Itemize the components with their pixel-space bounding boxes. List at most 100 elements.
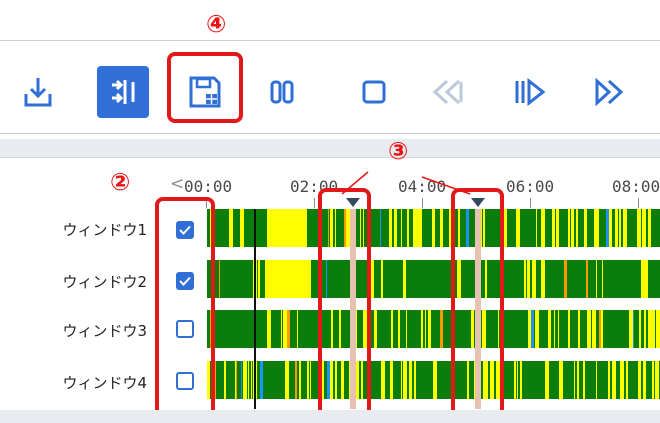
activity-segment (285, 361, 289, 399)
activity-segment (595, 209, 599, 247)
activity-segment (432, 209, 435, 247)
activity-segment (243, 361, 247, 399)
activity-segment (219, 260, 220, 298)
callout-2-label: ② (110, 168, 131, 196)
activity-segment (391, 310, 393, 348)
activity-segment (559, 361, 563, 399)
activity-strip-2 (207, 260, 660, 298)
stop-button[interactable] (348, 66, 400, 118)
activity-segment (554, 310, 555, 348)
fast-forward-button[interactable] (584, 66, 636, 118)
activity-segment (310, 361, 311, 399)
activity-segment (520, 361, 522, 399)
activity-segment (236, 361, 237, 399)
activity-segment (413, 209, 417, 247)
activity-segment (514, 361, 516, 399)
activity-segment (380, 209, 381, 247)
row-label-2: ウィンドウ2 (62, 273, 147, 291)
mark-range-button[interactable] (97, 66, 149, 118)
activity-segment (587, 310, 591, 348)
activity-segment (596, 361, 597, 399)
activity-segment (407, 209, 409, 247)
activity-segment (307, 361, 309, 399)
activity-segment (548, 310, 551, 348)
activity-segment (574, 361, 575, 399)
activity-segment (295, 361, 297, 399)
activity-segment (265, 260, 311, 298)
timeline-header-band (0, 139, 660, 157)
activity-segment (536, 209, 537, 247)
activity-segment (577, 361, 579, 399)
activity-segment (601, 310, 603, 348)
rewind-button[interactable] (422, 66, 474, 118)
activity-segment (568, 310, 570, 348)
activity-segment (229, 209, 233, 247)
activity-segment (655, 361, 659, 399)
rewind-icon (432, 79, 463, 105)
activity-segment (642, 209, 646, 247)
activity-segment (596, 260, 597, 298)
activity-segment (267, 209, 307, 247)
activity-segment (545, 361, 549, 399)
activity-strip-1 (207, 209, 660, 247)
activity-segment (281, 310, 282, 348)
activity-segment (267, 310, 271, 348)
activity-segment (224, 361, 226, 399)
bottom-band (0, 410, 660, 423)
activity-segment (418, 209, 422, 247)
activity-segment (568, 209, 570, 247)
activity-segment (235, 361, 236, 399)
activity-segment (417, 209, 418, 247)
activity-segment (527, 260, 530, 298)
stop-icon (362, 80, 386, 104)
activity-segment (638, 361, 641, 399)
pause-icon (270, 80, 294, 104)
activity-segment (401, 209, 402, 247)
download-button[interactable] (12, 66, 64, 118)
activity-segment (504, 209, 507, 247)
step-play-button[interactable] (504, 66, 556, 118)
activity-segment (299, 361, 301, 399)
activity-segment (381, 260, 383, 298)
activity-segment (409, 361, 412, 399)
tick-label-0: 00:00 (184, 177, 233, 196)
timeline-prev-arrow[interactable]: < (170, 174, 184, 194)
cursor-line (254, 209, 256, 409)
mark-range-icon (112, 79, 135, 104)
callout-4-box (167, 52, 243, 123)
activity-segment (414, 361, 416, 399)
activity-segment (516, 209, 520, 247)
activity-segment (425, 310, 426, 348)
activity-segment (619, 209, 621, 247)
row-label-1: ウィンドウ1 (62, 221, 147, 239)
activity-segment (403, 260, 406, 298)
callout-3-box-b (451, 188, 504, 417)
activity-segment (606, 209, 609, 247)
activity-segment (612, 361, 616, 399)
activity-strip-3 (207, 310, 660, 348)
activity-segment (541, 209, 545, 247)
activity-segment (599, 310, 601, 348)
pause-button[interactable] (256, 66, 308, 118)
row-label-4: ウィンドウ4 (62, 374, 147, 392)
activity-segment (648, 310, 651, 348)
activity-segment (583, 361, 585, 399)
activity-segment (258, 260, 260, 298)
activity-segment (639, 310, 641, 348)
activity-segment (251, 361, 252, 399)
activity-segment (608, 361, 610, 399)
activity-segment (531, 310, 534, 348)
activity-segment (651, 310, 655, 348)
activity-segment (552, 209, 555, 247)
activity-segment (656, 310, 659, 348)
activity-segment (440, 310, 443, 348)
activity-segment (637, 209, 641, 247)
row-label-3: ウィンドウ3 (62, 322, 147, 340)
activity-segment (240, 209, 244, 247)
activity-segment (643, 361, 646, 399)
step-play-icon (515, 78, 546, 106)
callout-4-label: ④ (206, 10, 227, 38)
activity-segment (260, 361, 263, 399)
activity-segment (602, 260, 603, 298)
activity-segment (578, 310, 580, 348)
